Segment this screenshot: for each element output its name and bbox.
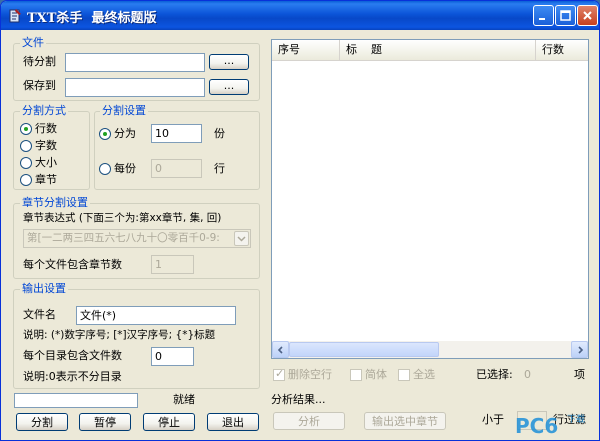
chevron-down-icon[interactable]	[234, 231, 249, 246]
each-unit-label: 行	[214, 162, 225, 175]
source-file-input[interactable]	[65, 53, 205, 72]
selected-count: 0	[524, 368, 531, 381]
chapters-per-file-input[interactable]: 1	[151, 255, 194, 274]
chevron-right-icon	[578, 346, 584, 354]
each-part-radio[interactable]	[99, 163, 111, 175]
simplified-checkbox[interactable]	[350, 369, 362, 381]
analysis-result-label: 分析结果...	[271, 393, 326, 406]
each-part-input[interactable]: 0	[151, 159, 202, 178]
file-group-legend: 文件	[20, 36, 46, 49]
stop-button[interactable]: 停止	[143, 413, 195, 431]
watermark-subtext: 下载	[567, 415, 586, 425]
filename-note: 说明: (*)数字序号; [*]汉字序号; {*}标题	[23, 329, 216, 341]
divide-unit-label: 份	[214, 127, 225, 140]
app-window: TXT杀手 最终标题版 文件 待分割 ... 保存到 ... 分割方式 行数 字…	[0, 0, 600, 441]
split-mode-legend: 分割方式	[20, 104, 68, 117]
minimize-button[interactable]	[533, 5, 554, 26]
filename-input[interactable]: 文件(*)	[76, 306, 236, 325]
title-bar[interactable]: TXT杀手 最终标题版	[1, 1, 599, 30]
close-button[interactable]	[577, 5, 598, 26]
column-header-index[interactable]: 序号	[272, 40, 340, 60]
split-mode-chapter-radio[interactable]	[20, 174, 32, 186]
remove-blank-label: 删除空行	[288, 368, 332, 381]
selected-suffix: 项	[574, 368, 585, 381]
chapter-settings-legend: 章节分割设置	[20, 196, 90, 209]
divide-into-label: 分为	[114, 127, 136, 140]
each-part-label: 每份	[114, 162, 136, 175]
selected-label: 已选择:	[476, 368, 513, 381]
pc6-watermark: PC6 下载	[507, 410, 597, 440]
less-than-label: 小于	[482, 413, 504, 426]
horizontal-scrollbar[interactable]	[272, 341, 588, 358]
select-all-label: 全选	[413, 368, 435, 381]
divide-into-radio[interactable]	[99, 128, 111, 140]
column-header-lines[interactable]: 行数	[536, 40, 588, 60]
scroll-right-button[interactable]	[571, 341, 588, 358]
split-mode-size-radio[interactable]	[20, 157, 32, 169]
exit-button[interactable]: 退出	[207, 413, 259, 431]
chapter-expr-label: 章节表达式 (下面三个为:第xx章节, 集, 回)	[23, 212, 222, 224]
chapter-expr-select[interactable]: 第[一二两三四五六七八九十〇零百千0-9:	[23, 229, 251, 248]
source-label: 待分割	[23, 55, 56, 68]
chevron-left-icon	[277, 346, 283, 354]
split-mode-chapter-label: 章节	[35, 173, 57, 186]
split-settings-group	[94, 111, 260, 190]
split-mode-chars-radio[interactable]	[20, 140, 32, 152]
window-title: TXT杀手 最终标题版	[27, 11, 157, 26]
chapter-expr-value: 第[一二两三四五六七八九十〇零百千0-9:	[27, 232, 220, 244]
save-browse-button[interactable]: ...	[209, 79, 249, 95]
split-mode-lines-radio[interactable]	[20, 123, 32, 135]
files-per-dir-input[interactable]: 0	[151, 347, 194, 366]
save-label: 保存到	[23, 79, 56, 92]
files-per-dir-note: 说明:0表示不分目录	[23, 370, 122, 383]
chapter-list[interactable]: 序号 标 题 行数	[271, 39, 589, 359]
maximize-button[interactable]	[555, 5, 576, 26]
remove-blank-checkbox[interactable]	[273, 367, 285, 381]
split-button[interactable]: 分割	[16, 413, 68, 431]
simplified-label: 简体	[365, 368, 387, 381]
list-header: 序号 标 题 行数	[272, 40, 588, 61]
scrollbar-thumb[interactable]	[289, 342, 439, 357]
split-settings-legend: 分割设置	[100, 104, 148, 117]
chapters-per-file-label: 每个文件包含章节数	[23, 258, 122, 271]
split-mode-lines-label: 行数	[35, 122, 57, 135]
scroll-left-button[interactable]	[272, 341, 289, 358]
split-mode-size-label: 大小	[35, 156, 57, 169]
column-header-title[interactable]: 标 题	[340, 40, 536, 60]
split-mode-chars-label: 字数	[35, 139, 57, 152]
files-per-dir-label: 每个目录包含文件数	[23, 349, 122, 362]
output-selected-button[interactable]: 输出选中章节	[364, 412, 446, 430]
watermark-text: PC6	[515, 414, 559, 438]
analyze-button[interactable]: 分析	[273, 412, 345, 430]
filename-label: 文件名	[23, 308, 56, 321]
status-text: 就绪	[173, 393, 195, 406]
app-icon	[7, 8, 23, 24]
select-all-checkbox[interactable]	[398, 369, 410, 381]
pause-button[interactable]: 暂停	[79, 413, 131, 431]
progress-bar	[14, 393, 138, 408]
divide-into-input[interactable]: 10	[151, 124, 202, 143]
save-path-input[interactable]	[65, 78, 205, 97]
output-settings-legend: 输出设置	[20, 282, 68, 295]
source-browse-button[interactable]: ...	[209, 54, 249, 70]
